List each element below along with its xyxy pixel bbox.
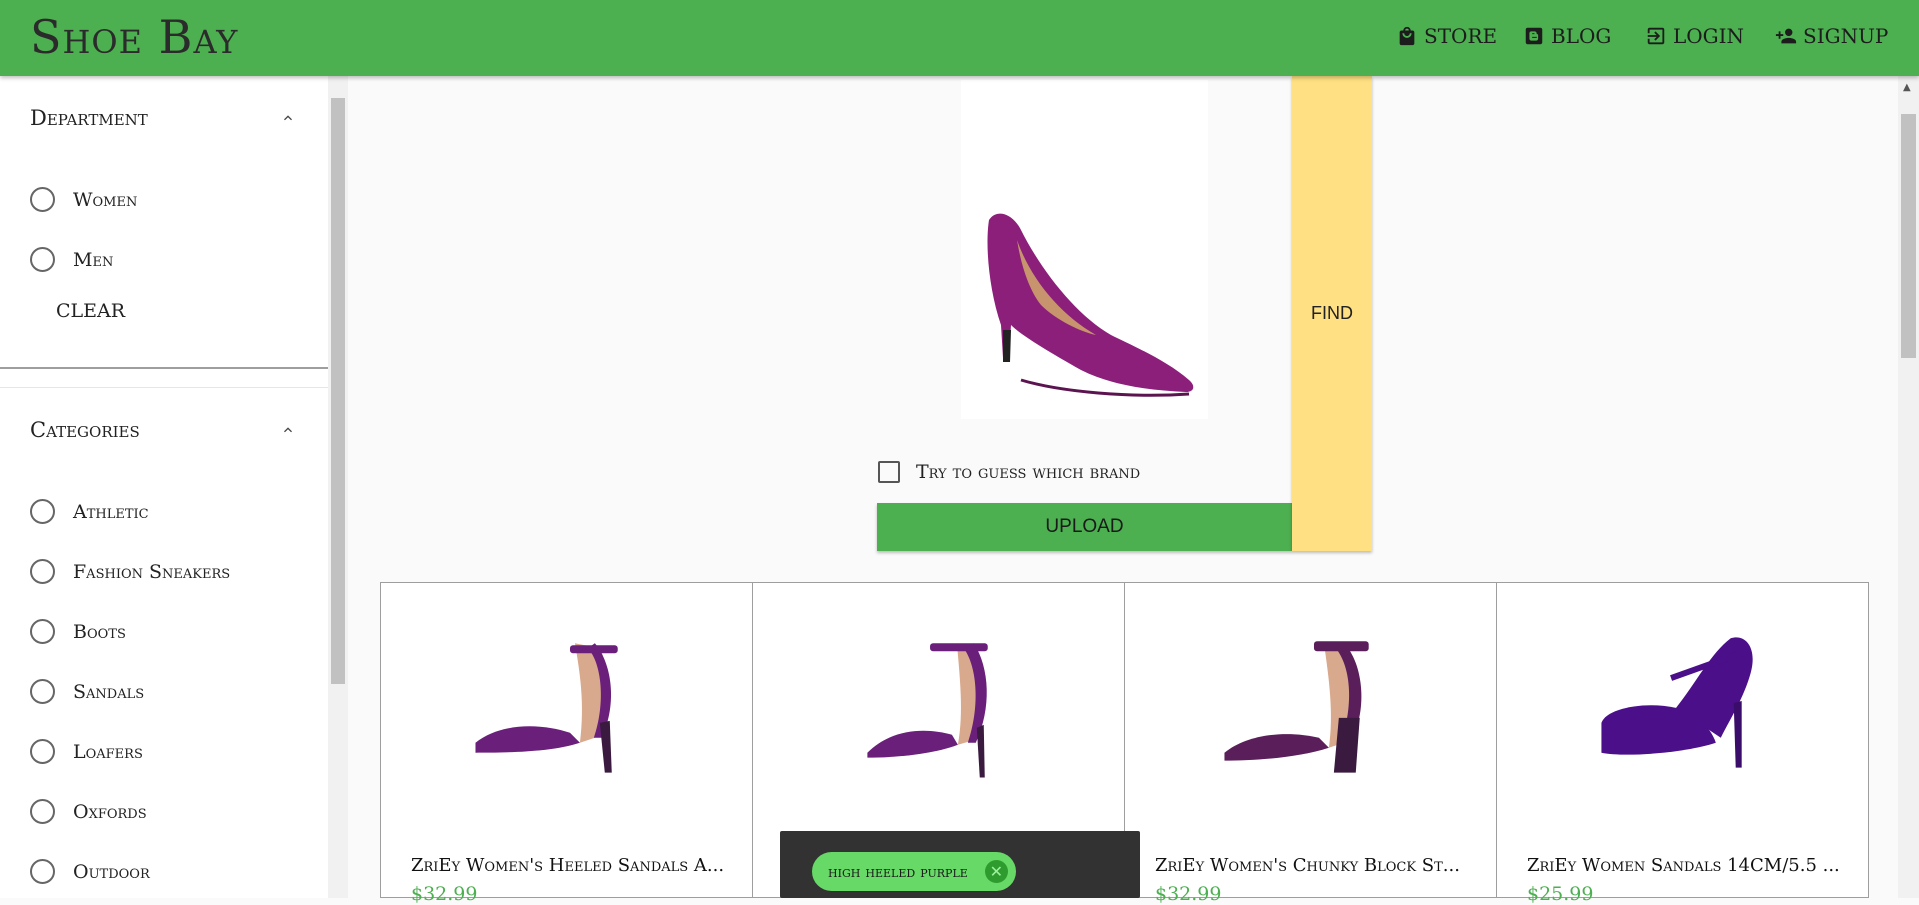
radio-circle[interactable] xyxy=(30,619,55,644)
product-card[interactable]: ZriEy Women's Heeled Sandals A... $32.99 xyxy=(380,582,753,905)
department-heading[interactable]: Department xyxy=(30,106,148,130)
radio-sandals[interactable]: Sandals xyxy=(30,679,144,704)
sidebar-scrollbar-thumb[interactable] xyxy=(331,98,345,684)
blogger-icon xyxy=(1525,27,1543,45)
radio-label: Outdoor xyxy=(73,860,150,883)
radio-label: Boots xyxy=(73,620,126,643)
radio-loafers[interactable]: Loafers xyxy=(30,739,143,764)
categories-heading[interactable]: Categories xyxy=(30,418,140,442)
radio-circle[interactable] xyxy=(30,799,55,824)
nav-signup[interactable]: SIGNUP xyxy=(1775,24,1888,48)
radio-label: Men xyxy=(73,248,114,271)
nav-store[interactable]: STORE xyxy=(1396,24,1497,48)
section-divider xyxy=(0,367,328,369)
radio-oxfords[interactable]: Oxfords xyxy=(30,799,147,824)
person-add-icon xyxy=(1775,28,1797,44)
prediction-chip-label: high heeled purple xyxy=(828,862,968,881)
sandal-image xyxy=(867,643,988,778)
radio-fashion-sneakers[interactable]: Fashion Sneakers xyxy=(30,559,230,584)
radio-circle[interactable] xyxy=(30,859,55,884)
product-card[interactable]: ZriEy Women Sandals 14CM/5.5 ... $25.99 xyxy=(1496,582,1869,905)
shopping-bag-icon xyxy=(1399,26,1415,46)
product-title[interactable]: ZriEy Women's Chunky Block St... xyxy=(1155,855,1475,876)
filter-sidebar: Department Women Men CLEAR Categories At… xyxy=(0,76,328,898)
nav-blog-label: BLOG xyxy=(1551,24,1612,48)
uploaded-shoe-image xyxy=(961,80,1208,419)
radio-women[interactable]: Women xyxy=(30,187,137,212)
radio-men[interactable]: Men xyxy=(30,247,113,272)
radio-outdoor[interactable]: Outdoor xyxy=(30,859,150,884)
radio-circle[interactable] xyxy=(30,679,55,704)
clear-department-button[interactable]: CLEAR xyxy=(56,300,125,322)
scroll-up-arrow-icon[interactable]: ▲ xyxy=(1903,82,1911,93)
guess-brand-option[interactable]: Try to guess which brand xyxy=(878,461,1140,483)
sandal-image xyxy=(475,643,618,773)
radio-label: Sandals xyxy=(73,680,145,703)
product-title[interactable]: ZriEy Women's Heeled Sandals A... xyxy=(411,855,731,876)
radio-athletic[interactable]: Athletic xyxy=(30,499,149,524)
chevron-up-icon[interactable] xyxy=(280,110,296,126)
app-logo[interactable]: Shoe Bay xyxy=(30,10,238,64)
nav-login-label: LOGIN xyxy=(1673,24,1745,48)
radio-circle[interactable] xyxy=(30,739,55,764)
product-card[interactable]: ZriEy Women's Chunky Block St... $32.99 xyxy=(1124,582,1497,905)
block-heel-sandal-image xyxy=(1224,641,1369,773)
product-price: $32.99 xyxy=(1155,883,1222,905)
prediction-chip[interactable]: high heeled purple ✕ xyxy=(812,852,1016,891)
radio-label: Women xyxy=(73,188,138,211)
radio-circle[interactable] xyxy=(30,559,55,584)
top-app-bar: Shoe Bay STORE BLOG LOGIN SIGNUP xyxy=(0,0,1919,76)
prediction-snackbar: high heeled purple ✕ xyxy=(780,831,1140,898)
close-icon[interactable]: ✕ xyxy=(984,860,1008,883)
chevron-up-icon[interactable] xyxy=(280,422,296,438)
section-divider xyxy=(0,387,328,388)
product-title[interactable]: ZriEy Women Sandals 14CM/5.5 ... xyxy=(1527,855,1847,876)
radio-label: Fashion Sneakers xyxy=(73,560,231,583)
product-price: $25.99 xyxy=(1527,883,1594,905)
nav-store-label: STORE xyxy=(1424,24,1498,48)
login-icon xyxy=(1647,27,1665,45)
radio-circle[interactable] xyxy=(30,499,55,524)
guess-brand-checkbox[interactable] xyxy=(878,461,900,483)
nav-blog[interactable]: BLOG xyxy=(1523,24,1611,48)
radio-boots[interactable]: Boots xyxy=(30,619,126,644)
nav-login[interactable]: LOGIN xyxy=(1645,24,1744,48)
radio-label: Loafers xyxy=(73,740,143,763)
pump-shoe-image xyxy=(987,213,1194,397)
guess-brand-label: Try to guess which brand xyxy=(916,461,1141,483)
platform-heel-image xyxy=(1601,637,1753,768)
radio-label: Athletic xyxy=(73,500,149,523)
upload-button[interactable]: UPLOAD xyxy=(877,503,1292,551)
radio-label: Oxfords xyxy=(73,800,147,823)
product-price: $32.99 xyxy=(411,883,478,905)
nav-signup-label: SIGNUP xyxy=(1803,24,1889,48)
radio-circle[interactable] xyxy=(30,187,55,212)
find-button[interactable]: FIND xyxy=(1292,76,1372,551)
radio-circle[interactable] xyxy=(30,247,55,272)
page-scrollbar-thumb[interactable] xyxy=(1901,114,1916,358)
